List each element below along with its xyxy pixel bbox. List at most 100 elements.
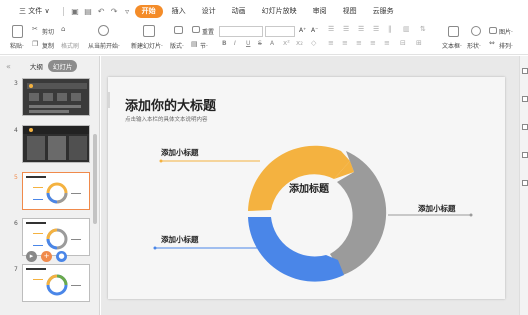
italic-button[interactable]: I xyxy=(234,40,236,47)
right-sidebar xyxy=(519,56,528,315)
strikethrough-button[interactable]: S xyxy=(258,40,262,47)
ribbon-toolbar: 粘贴· ✂ 剪切 ⌂ ❐ 复制 格式刷 从当前开始· 新建幻灯片· 重置 版式·… xyxy=(0,22,528,55)
menu-item-home[interactable]: 开始 xyxy=(134,4,163,18)
ring-segment-blue xyxy=(248,217,344,282)
underline-button[interactable]: U xyxy=(246,40,250,47)
section-button[interactable]: 节· xyxy=(200,41,208,50)
subscript-icon[interactable]: x₂ xyxy=(296,39,303,47)
font-shrink-button[interactable]: A⁻ xyxy=(311,27,318,34)
format-painter-button[interactable]: 格式刷 xyxy=(61,41,79,50)
label-top-left[interactable]: 添加小标题 xyxy=(161,147,199,158)
add-slide-icon[interactable]: + xyxy=(41,251,52,262)
menu-item-view[interactable]: 视图 xyxy=(336,5,364,18)
numbered-list-icon[interactable]: ☰ xyxy=(343,25,349,33)
justify-icon[interactable]: ≡ xyxy=(370,39,376,47)
slide-editor: 添加你的大标题 点击输入本栏的具体文本说明内容 添加标题 添加小标题 添加小标题… xyxy=(101,56,519,315)
slide-canvas[interactable]: 添加你的大标题 点击输入本栏的具体文本说明内容 添加标题 添加小标题 添加小标题… xyxy=(108,77,505,299)
bold-button[interactable]: B xyxy=(222,40,227,47)
text-direction-icon[interactable]: ⇅ xyxy=(420,25,426,33)
clear-format-icon[interactable]: ◇ xyxy=(311,39,316,47)
line-spacing-icon[interactable]: ‖ xyxy=(388,25,392,33)
increase-indent-icon[interactable]: ☰ xyxy=(373,25,379,33)
thumbnail-preview xyxy=(26,268,81,296)
new-slide-icon[interactable] xyxy=(143,25,155,37)
convert-smartart-icon[interactable]: ⊞ xyxy=(416,39,422,47)
customize-quick-access-icon[interactable]: ▿ xyxy=(123,7,132,16)
paste-icon[interactable] xyxy=(12,25,23,38)
bullet-list-icon[interactable]: ☰ xyxy=(328,25,334,33)
slide-thumbnail[interactable] xyxy=(22,125,90,163)
shapes-button[interactable]: 形状· xyxy=(467,41,481,50)
copy-icon[interactable]: ❐ xyxy=(32,40,38,48)
menu-item-insert[interactable]: 插入 xyxy=(165,5,193,18)
tab-outline[interactable]: 大纲 xyxy=(25,60,48,72)
slides-panel: « 大纲 幻灯片 3 4 5 6 7 ▸ + ● xyxy=(0,56,100,315)
section-icon[interactable]: ▤ xyxy=(191,40,198,48)
slide-number: 6 xyxy=(14,220,18,227)
menu-item-cloud[interactable]: 云服务 xyxy=(366,5,401,18)
superscript-icon[interactable]: x² xyxy=(283,39,290,47)
picture-icon[interactable] xyxy=(489,27,497,34)
arrange-button[interactable]: 排列· xyxy=(499,41,513,50)
decrease-indent-icon[interactable]: ☰ xyxy=(358,25,364,33)
slide-thumbnail[interactable] xyxy=(22,264,90,302)
font-grow-button[interactable]: A⁺ xyxy=(299,27,306,34)
menu-item-design[interactable]: 设计 xyxy=(195,5,223,18)
label-right[interactable]: 添加小标题 xyxy=(418,203,456,214)
center-title[interactable]: 添加标题 xyxy=(289,180,329,195)
paste-button[interactable]: 粘贴· xyxy=(10,41,24,50)
text-box-button[interactable]: 文本框· xyxy=(442,41,462,50)
slide-thumbnail[interactable] xyxy=(22,78,90,116)
label-bottom-left[interactable]: 添加小标题 xyxy=(161,234,199,245)
text-color-button[interactable]: A xyxy=(270,40,274,47)
sidebar-tool-icon[interactable] xyxy=(522,124,528,130)
save-icon[interactable]: ▣ xyxy=(71,7,80,16)
reset-button[interactable]: 重置 xyxy=(202,27,214,36)
font-size-select[interactable] xyxy=(265,26,295,37)
play-icon[interactable] xyxy=(98,25,109,36)
text-box-icon[interactable] xyxy=(448,26,459,37)
sidebar-tool-icon[interactable] xyxy=(522,152,528,158)
align-center-icon[interactable]: ≡ xyxy=(342,39,348,47)
connector-dot xyxy=(153,246,157,250)
cut-button[interactable]: 剪切 xyxy=(42,27,54,36)
columns-icon[interactable]: ▥ xyxy=(403,25,410,33)
new-slide-button[interactable]: 新建幻灯片· xyxy=(131,41,163,50)
layout-button[interactable]: 版式· xyxy=(170,41,184,50)
align-left-icon[interactable]: ≡ xyxy=(328,39,334,47)
align-right-icon[interactable]: ≡ xyxy=(356,39,362,47)
menu-item-slideshow[interactable]: 幻灯片放映 xyxy=(255,5,304,18)
sidebar-tool-icon[interactable] xyxy=(522,68,528,74)
distribute-icon[interactable]: ≡ xyxy=(384,39,390,47)
arrange-icon[interactable]: ⇔ xyxy=(489,39,495,47)
slide-thumbnail[interactable] xyxy=(22,172,90,210)
cut-icon[interactable]: ✂ xyxy=(32,25,38,33)
slide-number: 7 xyxy=(14,266,18,273)
slide-number: 4 xyxy=(14,127,18,134)
export-icon[interactable]: ▤ xyxy=(84,7,93,16)
panel-scrollbar[interactable] xyxy=(93,134,97,224)
sidebar-tool-icon[interactable] xyxy=(522,180,528,186)
thumbnail-preview xyxy=(23,126,89,162)
copy-button[interactable]: 复制 xyxy=(42,41,54,50)
format-painter-icon[interactable]: ⌂ xyxy=(61,25,65,33)
slide-number: 3 xyxy=(14,80,18,87)
tab-slides[interactable]: 幻灯片 xyxy=(47,60,78,72)
undo-icon[interactable]: ↶ xyxy=(97,7,106,16)
layout-icon[interactable] xyxy=(174,26,183,34)
menu-item-review[interactable]: 审阅 xyxy=(306,5,334,18)
shapes-icon[interactable] xyxy=(471,26,481,36)
menu-item-animation[interactable]: 动画 xyxy=(225,5,253,18)
collapse-panel-icon[interactable]: « xyxy=(6,62,11,71)
file-menu[interactable]: 三 文件 ∨ xyxy=(12,5,57,18)
from-current-button[interactable]: 从当前开始· xyxy=(88,41,120,50)
sidebar-tool-icon[interactable] xyxy=(522,96,528,102)
play-slide-icon[interactable]: ▸ xyxy=(26,251,37,262)
connector-dot xyxy=(159,159,163,163)
reset-icon[interactable] xyxy=(192,26,200,33)
font-family-select[interactable] xyxy=(219,26,263,37)
redo-icon[interactable]: ↷ xyxy=(110,7,119,16)
align-text-icon[interactable]: ⊟ xyxy=(400,39,406,47)
slide-menu-icon[interactable]: ● xyxy=(56,251,67,262)
picture-button[interactable]: 图片· xyxy=(499,27,513,36)
